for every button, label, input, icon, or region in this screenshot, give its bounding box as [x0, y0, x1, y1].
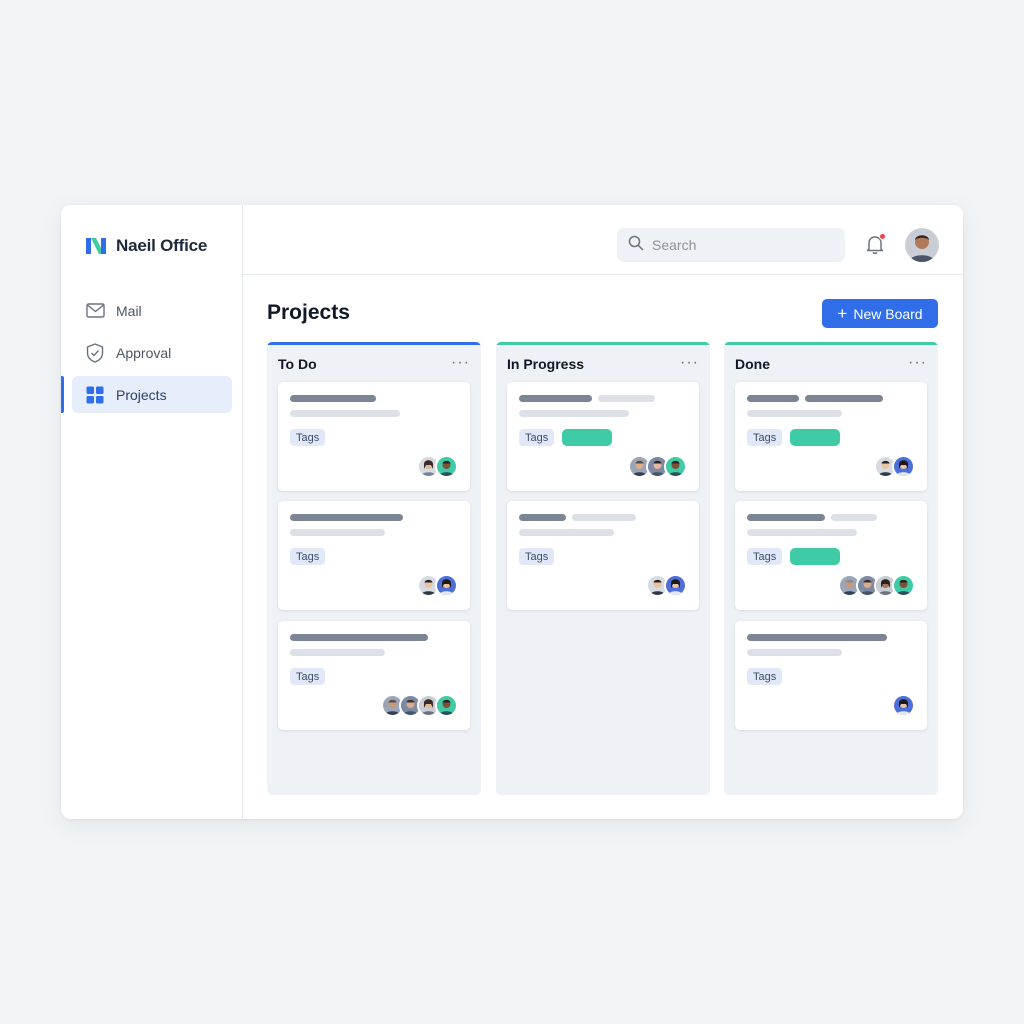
more-options-icon[interactable]: ···: [451, 354, 470, 372]
avatar: [892, 574, 915, 597]
tag-badge[interactable]: Tags: [290, 548, 326, 565]
assignee-avatars[interactable]: [838, 574, 915, 597]
column-accent: [724, 342, 938, 345]
card-text-placeholder: [519, 410, 629, 417]
sidebar-item-label: Approval: [116, 344, 172, 361]
column-title: Done: [735, 356, 770, 372]
avatar: [664, 574, 687, 597]
task-card[interactable]: Tags: [735, 501, 927, 610]
card-title-placeholder: [831, 514, 877, 521]
card-title-placeholder: [598, 395, 655, 402]
avatar: [892, 694, 915, 717]
card-title-placeholder: [747, 514, 825, 521]
shield-check-icon: [85, 342, 105, 363]
logo-icon: [86, 238, 106, 254]
card-text-placeholder: [519, 529, 614, 536]
app-name: Naeil Office: [116, 236, 208, 255]
card-text-placeholder: [747, 649, 842, 656]
sidebar-item-mail[interactable]: Mail: [72, 292, 232, 329]
tag-badge[interactable]: Tags: [519, 429, 555, 446]
column-accent: [496, 342, 710, 345]
tag-badge[interactable]: Tags: [747, 429, 783, 446]
task-card[interactable]: Tags: [278, 621, 470, 730]
sidebar-item-label: Projects: [116, 386, 167, 403]
avatar: [435, 455, 458, 478]
card-text-placeholder: [290, 529, 385, 536]
tag-badge[interactable]: Tags: [747, 548, 783, 565]
more-options-icon[interactable]: ···: [680, 354, 699, 372]
page-title: Projects: [267, 301, 350, 324]
card-title-placeholder: [519, 514, 566, 521]
card-title-placeholder: [290, 514, 403, 521]
app-window: Naeil Office Mail Approval Projects Sear…: [61, 205, 963, 819]
assignee-avatars[interactable]: [417, 574, 458, 597]
user-avatar[interactable]: [905, 228, 939, 262]
card-title-placeholder: [805, 395, 883, 402]
notification-button[interactable]: [863, 232, 887, 256]
card-text-placeholder: [747, 410, 842, 417]
assignee-avatars[interactable]: [417, 455, 458, 478]
assignee-avatars[interactable]: [381, 694, 458, 717]
assignee-avatars[interactable]: [892, 694, 915, 717]
card-title-placeholder: [290, 395, 376, 402]
more-options-icon[interactable]: ···: [908, 354, 927, 372]
assignee-avatars[interactable]: [646, 574, 687, 597]
assignee-avatars[interactable]: [874, 455, 915, 478]
sidebar-item-label: Mail: [116, 302, 142, 319]
card-text-placeholder: [290, 410, 400, 417]
task-card[interactable]: Tags: [735, 382, 927, 491]
tag-badge[interactable]: Tags: [290, 668, 326, 685]
status-pill[interactable]: [790, 548, 840, 565]
column-done: Done ··· Tags Tags Tags: [724, 342, 938, 795]
column-to-do: To Do ··· Tags Tags Tags: [267, 342, 481, 795]
tag-badge[interactable]: Tags: [519, 548, 555, 565]
new-board-label: New Board: [853, 305, 923, 322]
card-text-placeholder: [747, 529, 857, 536]
grid-icon: [85, 385, 105, 405]
card-text-placeholder: [290, 649, 385, 656]
card-title-placeholder: [519, 395, 592, 402]
task-card[interactable]: Tags: [278, 501, 470, 610]
avatar: [435, 694, 458, 717]
column-accent: [267, 342, 481, 345]
card-title-placeholder: [747, 634, 887, 641]
task-card[interactable]: Tags: [507, 382, 699, 491]
tag-badge[interactable]: Tags: [747, 668, 783, 685]
avatar: [892, 455, 915, 478]
column-title: In Progress: [507, 356, 585, 372]
top-bar: [243, 205, 963, 275]
sidebar: Naeil Office Mail Approval Projects: [61, 205, 243, 819]
sidebar-item-projects[interactable]: Projects: [61, 376, 232, 413]
task-card[interactable]: Tags: [507, 501, 699, 610]
sidebar-nav: Mail Approval Projects: [61, 292, 243, 418]
tag-badge[interactable]: Tags: [290, 429, 326, 446]
avatar: [664, 455, 687, 478]
plus-icon: +: [837, 304, 848, 323]
card-title-placeholder: [747, 395, 799, 402]
search-input[interactable]: [652, 237, 822, 253]
card-title-placeholder: [290, 634, 428, 641]
column-in-progress: In Progress ··· Tags Tags: [496, 342, 710, 795]
sidebar-item-approval[interactable]: Approval: [72, 334, 232, 371]
status-pill[interactable]: [562, 429, 612, 446]
brand[interactable]: Naeil Office: [84, 234, 207, 258]
avatar: [435, 574, 458, 597]
notification-dot: [879, 233, 886, 240]
mail-icon: [85, 301, 105, 321]
new-board-button[interactable]: + New Board: [822, 299, 938, 328]
search-icon: [628, 235, 644, 256]
task-card[interactable]: Tags: [278, 382, 470, 491]
column-title: To Do: [278, 356, 317, 372]
task-card[interactable]: Tags: [735, 621, 927, 730]
assignee-avatars[interactable]: [628, 455, 687, 478]
card-title-placeholder: [572, 514, 636, 521]
search-box[interactable]: [617, 228, 845, 262]
status-pill[interactable]: [790, 429, 840, 446]
